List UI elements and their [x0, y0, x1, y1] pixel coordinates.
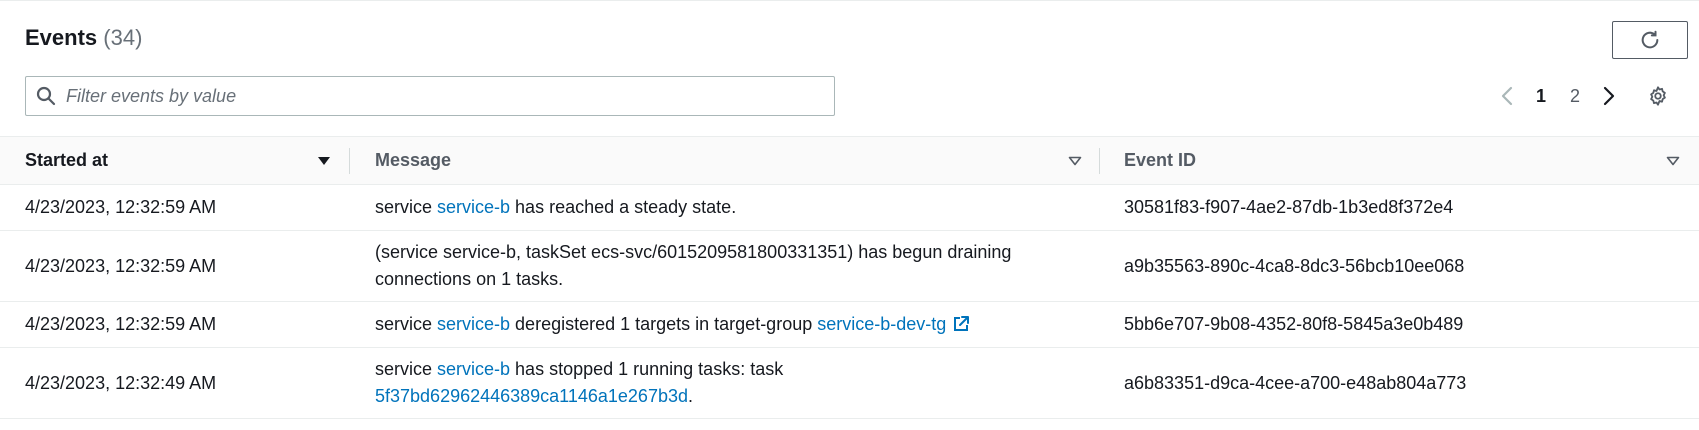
- search-icon: [26, 86, 66, 106]
- events-panel: Events (34) 1 2: [0, 0, 1699, 430]
- page-title: Events (34): [25, 25, 142, 51]
- message-segment: deregistered 1 targets in target-group: [510, 314, 818, 334]
- message-text: service service-b has stopped 1 running …: [375, 356, 1035, 410]
- event-id-cell: a9b35563-890c-4ca8-8dc3-56bcb10ee068: [1124, 255, 1465, 276]
- filter-events-input[interactable]: [66, 85, 816, 107]
- previous-page-button[interactable]: [1490, 79, 1524, 113]
- sort-icon[interactable]: [1664, 152, 1682, 170]
- started-at-cell: 4/23/2023, 12:32:59 AM: [25, 197, 217, 217]
- message-segment: .: [688, 386, 694, 406]
- column-header-event-id[interactable]: Event ID: [1124, 137, 1196, 184]
- message-segment: service: [375, 314, 438, 334]
- column-header-started-at[interactable]: Started at: [25, 137, 108, 184]
- message-link[interactable]: 5f37bd62962446389ca1146a1e267b3d: [375, 386, 688, 406]
- column-divider[interactable]: [1099, 148, 1100, 174]
- title-text: Events: [25, 25, 98, 50]
- event-id-cell: a6b83351-d9ca-4cee-a700-e48ab804a773: [1124, 372, 1467, 393]
- external-link-icon[interactable]: [952, 315, 970, 333]
- table-header: Started at Message Event ID: [0, 136, 1699, 185]
- column-divider[interactable]: [349, 148, 350, 174]
- refresh-button[interactable]: [1612, 21, 1688, 59]
- message-segment: service: [375, 359, 438, 379]
- event-count: (34): [103, 25, 143, 50]
- message-cell: service service-b deregistered 1 targets…: [375, 302, 1035, 347]
- page-1-button[interactable]: 1: [1524, 86, 1558, 107]
- gear-icon: [1650, 86, 1666, 106]
- events-table: Started at Message Event ID 4/23/2023, 1…: [0, 136, 1699, 419]
- table-row: 4/23/2023, 12:32:49 AM service service-b …: [0, 348, 1699, 419]
- chevron-left-icon: [1501, 86, 1513, 106]
- message-segment: has reached a steady state.: [510, 197, 737, 217]
- message-link[interactable]: service-b: [437, 314, 510, 334]
- message-link[interactable]: service-b: [437, 197, 510, 217]
- event-id-cell: 5bb6e707-9b08-4352-80f8-5845a3e0b489: [1124, 314, 1464, 334]
- chevron-right-icon: [1603, 86, 1615, 106]
- filter-events-input-wrapper: [25, 76, 835, 116]
- next-page-button[interactable]: [1592, 79, 1626, 113]
- message-text: (service service-b, taskSet ecs-svc/6015…: [375, 239, 1035, 293]
- message-text: service service-b deregistered 1 targets…: [375, 311, 970, 338]
- page-2-button[interactable]: 2: [1558, 86, 1592, 107]
- message-cell: (service service-b, taskSet ecs-svc/6015…: [375, 231, 1035, 301]
- sort-descending-icon[interactable]: [315, 152, 333, 170]
- started-at-cell: 4/23/2023, 12:32:49 AM: [25, 372, 217, 393]
- table-row: 4/23/2023, 12:32:59 AM service service-b …: [0, 302, 1699, 348]
- message-link[interactable]: service-b: [437, 359, 510, 379]
- event-id-cell: 30581f83-f907-4ae2-87db-1b3ed8f372e4: [1124, 197, 1454, 217]
- message-segment: (service service-b, taskSet ecs-svc/6015…: [375, 242, 1012, 289]
- started-at-cell: 4/23/2023, 12:32:59 AM: [25, 255, 217, 276]
- column-header-message[interactable]: Message: [375, 137, 451, 184]
- preferences-button[interactable]: [1643, 81, 1673, 111]
- message-cell: service service-b has stopped 1 running …: [375, 348, 1035, 418]
- started-at-cell: 4/23/2023, 12:32:59 AM: [25, 314, 217, 334]
- message-segment: service: [375, 197, 438, 217]
- message-segment: has stopped 1 running tasks: task: [510, 359, 784, 379]
- table-body: 4/23/2023, 12:32:59 AM service service-b …: [0, 185, 1699, 419]
- table-row: 4/23/2023, 12:32:59 AM service service-b …: [0, 185, 1699, 231]
- sort-icon[interactable]: [1066, 152, 1084, 170]
- refresh-icon: [1641, 30, 1659, 49]
- message-cell: service service-b has reached a steady s…: [375, 185, 1035, 230]
- message-text: service service-b has reached a steady s…: [375, 194, 736, 221]
- table-row: 4/23/2023, 12:32:59 AM (service service-b…: [0, 231, 1699, 302]
- message-link[interactable]: service-b-dev-tg: [817, 314, 946, 334]
- pagination: 1 2: [1490, 79, 1626, 113]
